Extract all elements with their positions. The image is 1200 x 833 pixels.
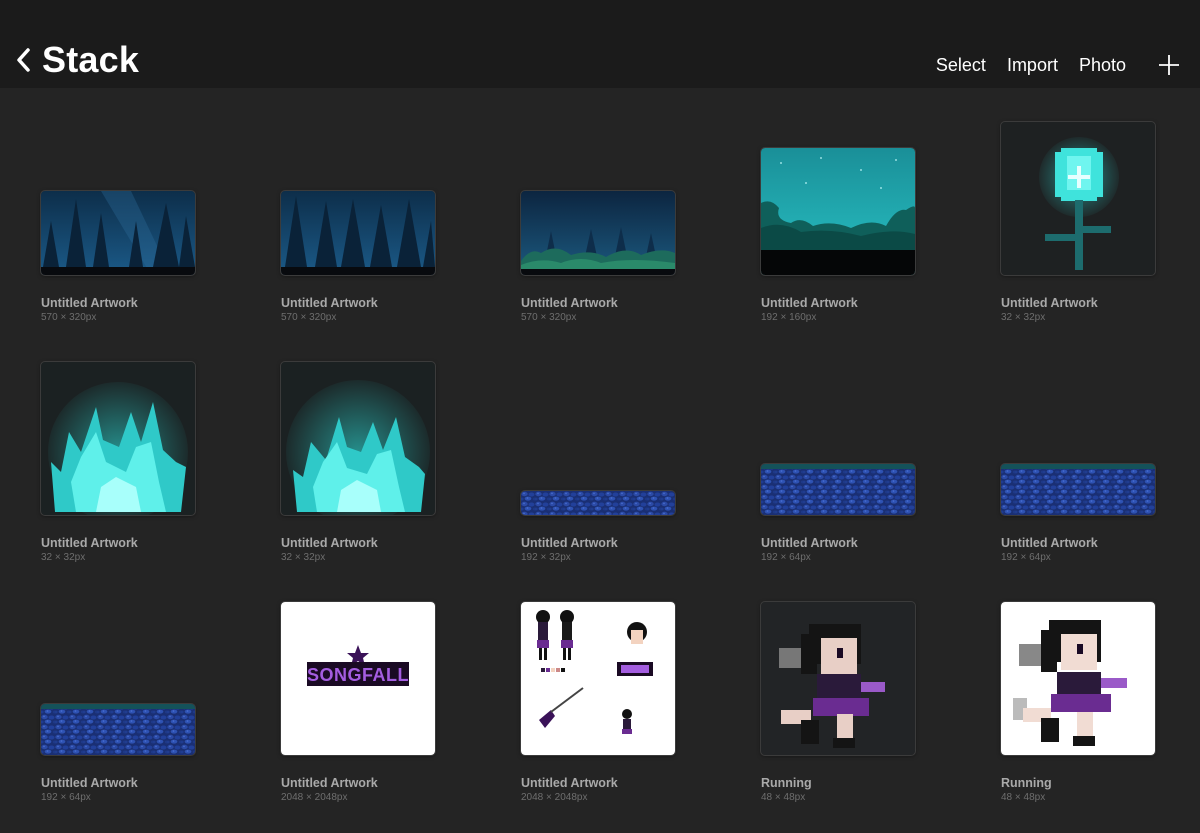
import-button[interactable]: Import — [1007, 55, 1058, 76]
artwork-name: Untitled Artwork — [41, 296, 138, 310]
rock-tile-image — [1001, 464, 1155, 515]
forest-scene-image — [521, 191, 675, 275]
new-canvas-button[interactable] — [1158, 54, 1180, 76]
artwork-label: Untitled Artwork 32 × 32px — [41, 536, 211, 564]
artwork-label: Untitled Artwork 570 × 320px — [521, 296, 691, 324]
glowing-flower-image — [1001, 122, 1155, 275]
artwork-name: Untitled Artwork — [281, 776, 378, 790]
artwork-label: Untitled Artwork 570 × 320px — [41, 296, 211, 324]
artwork-label: Untitled Artwork 192 × 32px — [521, 536, 691, 564]
artwork-label: Untitled Artwork 192 × 64px — [1001, 536, 1171, 564]
rock-tile-image — [521, 491, 675, 515]
artwork-label: Untitled Artwork 2048 × 2048px — [521, 776, 691, 804]
artwork-dimensions: 2048 × 2048px — [281, 792, 348, 803]
artwork-label: Untitled Artwork 570 × 320px — [281, 296, 451, 324]
artwork-name: Untitled Artwork — [41, 776, 138, 790]
plus-icon — [1159, 55, 1179, 75]
artwork-name: Untitled Artwork — [281, 536, 378, 550]
artwork-name: Untitled Artwork — [281, 296, 378, 310]
rock-tile-image — [41, 704, 195, 755]
artwork-name: Untitled Artwork — [521, 536, 618, 550]
teal-flame-image — [41, 362, 195, 515]
artwork-thumbnail[interactable] — [520, 190, 676, 276]
artwork-thumbnail[interactable] — [40, 703, 196, 756]
artwork-label: Running 48 × 48px — [761, 776, 931, 804]
artwork-thumbnail[interactable] — [1000, 121, 1156, 276]
artwork-dimensions: 192 × 64px — [41, 792, 91, 803]
top-bar: Stack Select Import Photo — [0, 0, 1200, 88]
artwork-name: Untitled Artwork — [1001, 536, 1098, 550]
artwork-thumbnail[interactable] — [1000, 463, 1156, 516]
artwork-label: Untitled Artwork 32 × 32px — [1001, 296, 1171, 324]
running-character-image — [761, 602, 915, 755]
forest-scene-image — [281, 191, 435, 275]
artwork-thumbnail[interactable] — [520, 601, 676, 756]
toolbar-actions: Select Import Photo — [915, 50, 1180, 80]
artwork-dimensions: 570 × 320px — [521, 312, 577, 323]
logo-text: SONGFALL — [307, 665, 409, 685]
artwork-dimensions: 48 × 48px — [1001, 792, 1046, 803]
artwork-dimensions: 570 × 320px — [41, 312, 97, 323]
artwork-dimensions: 32 × 32px — [1001, 312, 1046, 323]
artwork-label: Untitled Artwork 2048 × 2048px — [281, 776, 451, 804]
artwork-label: Untitled Artwork 192 × 64px — [41, 776, 211, 804]
artwork-label: Untitled Artwork 32 × 32px — [281, 536, 451, 564]
rock-tile-image — [761, 464, 915, 515]
artwork-dimensions: 2048 × 2048px — [521, 792, 588, 803]
artwork-thumbnail[interactable] — [760, 601, 916, 756]
artwork-dimensions: 570 × 320px — [281, 312, 337, 323]
artwork-thumbnail[interactable] — [40, 190, 196, 276]
artwork-name: Untitled Artwork — [761, 536, 858, 550]
back-button[interactable]: Stack — [14, 38, 139, 82]
artwork-name: Untitled Artwork — [1001, 296, 1098, 310]
forest-scene-image — [41, 191, 195, 275]
artwork-name: Untitled Artwork — [521, 776, 618, 790]
artwork-thumbnail[interactable] — [280, 361, 436, 516]
artwork-thumbnail[interactable]: SONGFALL — [280, 601, 436, 756]
artwork-thumbnail[interactable] — [760, 147, 916, 276]
teal-flame-image — [281, 362, 435, 515]
artwork-dimensions: 48 × 48px — [761, 792, 806, 803]
artwork-label: Running 48 × 48px — [1001, 776, 1171, 804]
photo-button[interactable]: Photo — [1079, 55, 1126, 76]
artwork-dimensions: 32 × 32px — [41, 552, 86, 563]
artwork-thumbnail[interactable] — [520, 490, 676, 516]
artwork-dimensions: 192 × 64px — [1001, 552, 1051, 563]
artwork-name: Untitled Artwork — [41, 536, 138, 550]
page-title: Stack — [42, 39, 140, 80]
artwork-thumbnail[interactable] — [1000, 601, 1156, 756]
artwork-name: Untitled Artwork — [761, 296, 858, 310]
teal-scene-image — [761, 148, 915, 275]
artwork-dimensions: 32 × 32px — [281, 552, 326, 563]
artwork-thumbnail[interactable] — [40, 361, 196, 516]
artwork-label: Untitled Artwork 192 × 160px — [761, 296, 931, 324]
artwork-thumbnail[interactable] — [280, 190, 436, 276]
select-button[interactable]: Select — [936, 55, 986, 76]
artwork-name: Running — [1001, 776, 1052, 790]
character-sheet-image — [521, 602, 675, 755]
songfall-logo-image: SONGFALL — [281, 602, 435, 755]
artwork-name: Running — [761, 776, 812, 790]
artwork-dimensions: 192 × 160px — [761, 312, 817, 323]
running-character-image — [1001, 602, 1155, 755]
chevron-left-icon — [17, 48, 30, 72]
artwork-label: Untitled Artwork 192 × 64px — [761, 536, 931, 564]
artwork-thumbnail[interactable] — [760, 463, 916, 516]
artwork-name: Untitled Artwork — [521, 296, 618, 310]
artwork-dimensions: 192 × 32px — [521, 552, 571, 563]
artwork-dimensions: 192 × 64px — [761, 552, 811, 563]
